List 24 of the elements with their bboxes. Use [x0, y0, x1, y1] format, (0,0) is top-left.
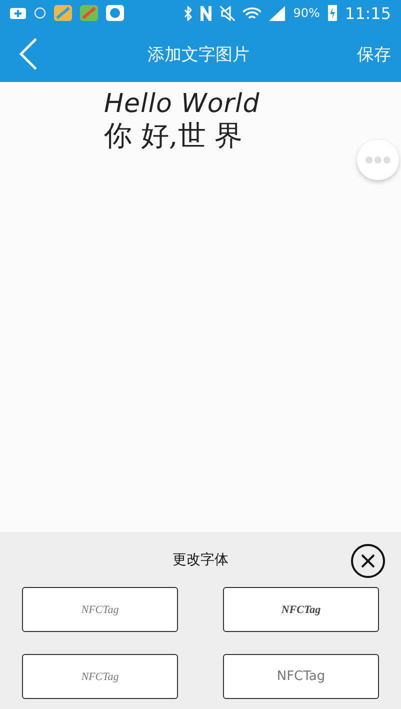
- signal-icon: [269, 6, 286, 20]
- page-title: 添加文字图片: [146, 44, 250, 66]
- close-button[interactable]: [351, 544, 385, 578]
- font-option[interactable]: NFCTag: [22, 654, 178, 699]
- mute-icon: [220, 6, 236, 20]
- add-notification-icon: [10, 8, 26, 18]
- font-option[interactable]: NFCTag: [223, 587, 379, 632]
- save-button[interactable]: 保存: [357, 42, 391, 66]
- font-option[interactable]: NFCTag: [22, 587, 178, 632]
- canvas-text: Hello World: [104, 90, 260, 120]
- wifi-icon: [243, 6, 262, 20]
- close-icon: [361, 554, 375, 568]
- battery-charging-icon: [328, 5, 337, 21]
- back-icon: [18, 37, 38, 71]
- font-option[interactable]: NFCTag: [223, 654, 379, 699]
- battery-level: 90%: [293, 6, 320, 20]
- more-icon: [365, 156, 391, 164]
- canvas-text: 你 好,世 界: [104, 120, 243, 152]
- app-icon: [54, 5, 72, 21]
- clock: 11:15: [344, 4, 391, 22]
- nfc-icon: [200, 6, 212, 20]
- bluetooth-icon: [184, 6, 192, 20]
- panel-title: 更改字体: [172, 551, 228, 569]
- app-icon: [80, 5, 98, 21]
